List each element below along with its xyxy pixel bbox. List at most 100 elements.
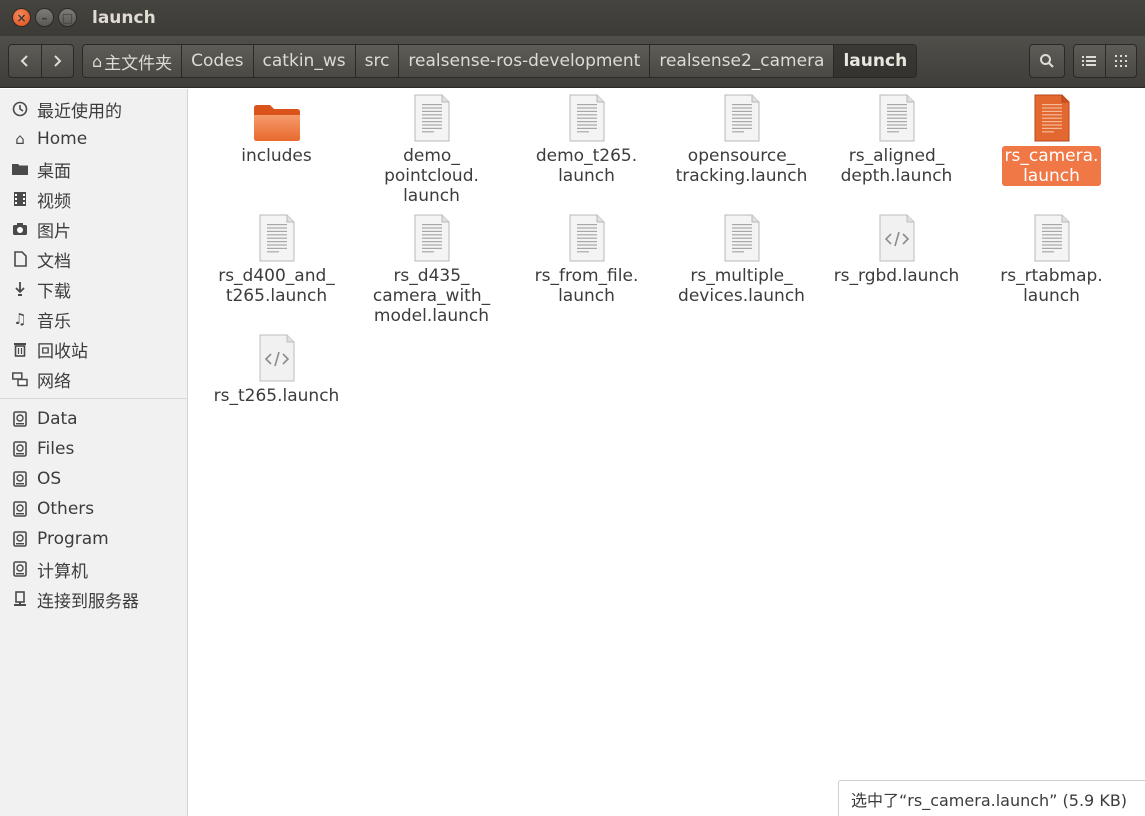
sidebar-item-others[interactable]: Others: [0, 494, 187, 524]
file-item[interactable]: demo_t265. launch: [514, 94, 659, 186]
file-item[interactable]: rs_d435_ camera_with_ model.launch: [359, 214, 504, 326]
file-item[interactable]: rs_t265.launch: [204, 334, 349, 406]
camera-icon: [10, 219, 30, 239]
breadcrumb-src[interactable]: src: [356, 45, 400, 77]
file-item[interactable]: rs_rtabmap. launch: [979, 214, 1124, 306]
text-file-icon: [979, 94, 1124, 146]
toolbar: ⌂ 主文件夹 Codes catkin_ws src realsense-ros…: [0, 36, 1145, 88]
file-item[interactable]: opensource_ tracking.launch: [669, 94, 814, 186]
file-name-line: rs_camera.: [1004, 146, 1099, 166]
file-name-line: rs_t265.launch: [213, 386, 340, 406]
title-bar: × – □ launch: [0, 0, 1145, 36]
file-name-line: demo_t265.: [535, 146, 638, 166]
sidebar-item-label: Home: [37, 129, 88, 149]
sidebar-item-trash[interactable]: 回收站: [0, 334, 187, 364]
drive-icon: [10, 409, 30, 429]
breadcrumb-codes[interactable]: Codes: [182, 45, 254, 77]
sidebar-item-os[interactable]: OS: [0, 464, 187, 494]
drive-icon: [10, 559, 30, 579]
chevron-right-icon: [54, 55, 62, 67]
search-icon: [1040, 54, 1054, 68]
sidebar-item-label: 最近使用的: [37, 101, 122, 122]
sidebar-item-pictures[interactable]: 图片: [0, 214, 187, 244]
file-item[interactable]: rs_rgbd.launch: [824, 214, 969, 286]
sidebar-item-documents[interactable]: 文档: [0, 244, 187, 274]
close-window-button[interactable]: ×: [12, 8, 31, 27]
file-name-label: rs_multiple_ devices.launch: [675, 266, 808, 306]
list-view-button[interactable]: [1074, 45, 1105, 77]
sidebar-item-videos[interactable]: 视频: [0, 184, 187, 214]
breadcrumb-label: 主文件夹: [104, 53, 173, 74]
sidebar-item-network[interactable]: 网络: [0, 364, 187, 394]
sidebar-item-home[interactable]: ⌂ Home: [0, 124, 187, 154]
back-button[interactable]: [9, 45, 41, 77]
minimize-window-button[interactable]: –: [35, 8, 54, 27]
forward-button[interactable]: [40, 45, 74, 77]
file-name-line: rs_rtabmap.: [1000, 266, 1103, 286]
code-file-icon: [824, 214, 969, 266]
grid-view-icon: [1114, 55, 1127, 67]
sidebar-item-label: Files: [37, 439, 75, 459]
file-item[interactable]: rs_from_file. launch: [514, 214, 659, 306]
text-file-icon: [669, 94, 814, 146]
drive-icon: [10, 499, 30, 519]
folder-icon: [10, 159, 30, 179]
sidebar-item-connect-server[interactable]: 连接到服务器: [0, 584, 187, 614]
file-name-label: rs_t265.launch: [211, 386, 343, 406]
file-item[interactable]: rs_aligned_ depth.launch: [824, 94, 969, 186]
file-item[interactable]: rs_multiple_ devices.launch: [669, 214, 814, 306]
sidebar-item-downloads[interactable]: 下载: [0, 274, 187, 304]
sidebar-item-data[interactable]: Data: [0, 404, 187, 434]
drive-icon: [10, 439, 30, 459]
window-title: launch: [92, 8, 156, 28]
file-item[interactable]: rs_camera. launch: [979, 94, 1124, 186]
file-name-line: launch: [558, 166, 615, 186]
breadcrumb-realsense-ros[interactable]: realsense-ros-development: [399, 45, 651, 77]
document-icon: [10, 249, 30, 269]
file-name-label: opensource_ tracking.launch: [673, 146, 811, 186]
video-icon: [10, 189, 30, 209]
breadcrumb-launch[interactable]: launch: [834, 45, 917, 77]
file-name-line: launch: [1023, 286, 1080, 306]
file-name-line: pointcloud.: [384, 166, 479, 186]
sidebar-item-label: 文档: [37, 251, 71, 272]
sidebar-item-music[interactable]: ♫ 音乐: [0, 304, 187, 334]
sidebar-item-desktop[interactable]: 桌面: [0, 154, 187, 184]
file-name-line: rs_multiple_: [690, 266, 793, 286]
file-item[interactable]: rs_d400_and_ t265.launch: [204, 214, 349, 306]
sidebar-item-label: 视频: [37, 191, 71, 212]
file-name-line: t265.launch: [225, 286, 328, 306]
text-file-icon: [514, 94, 659, 146]
sidebar-item-label: 回收站: [37, 341, 88, 362]
status-bar: 选中了“rs_camera.launch” (5.9 KB): [838, 780, 1145, 816]
breadcrumb-realsense2-camera[interactable]: realsense2_camera: [650, 45, 835, 77]
chevron-left-icon: [20, 55, 28, 67]
sidebar-item-label: 音乐: [37, 311, 71, 332]
breadcrumb-catkin-ws[interactable]: catkin_ws: [254, 45, 356, 77]
search-button[interactable]: [1029, 44, 1065, 78]
sidebar-item-program[interactable]: Program: [0, 524, 187, 554]
history-nav: [8, 44, 74, 78]
file-name-label: demo_t265. launch: [533, 146, 640, 186]
clock-icon: [10, 99, 30, 119]
maximize-window-button[interactable]: □: [58, 8, 77, 27]
file-name-label: rs_camera. launch: [1001, 146, 1102, 186]
list-view-icon: [1082, 56, 1097, 66]
sidebar-item-files[interactable]: Files: [0, 434, 187, 464]
sidebar-item-computer[interactable]: 计算机: [0, 554, 187, 584]
text-file-icon: [359, 214, 504, 266]
sidebar-item-label: 连接到服务器: [37, 591, 139, 612]
file-item[interactable]: demo_ pointcloud. launch: [359, 94, 504, 206]
sidebar-item-label: Others: [37, 499, 95, 519]
file-name-line: rs_aligned_: [848, 146, 945, 166]
code-file-icon: [204, 334, 349, 386]
file-name-label: rs_d400_and_ t265.launch: [215, 266, 338, 306]
trash-icon: [10, 339, 30, 359]
sidebar-item-label: OS: [37, 469, 62, 489]
sidebar-item-label: 桌面: [37, 161, 71, 182]
grid-view-button[interactable]: [1104, 45, 1137, 77]
sidebar-item-recent[interactable]: 最近使用的: [0, 94, 187, 124]
breadcrumb-home[interactable]: ⌂ 主文件夹: [83, 45, 183, 77]
folder-item[interactable]: includes: [204, 94, 349, 166]
file-name-line: includes: [241, 146, 312, 166]
